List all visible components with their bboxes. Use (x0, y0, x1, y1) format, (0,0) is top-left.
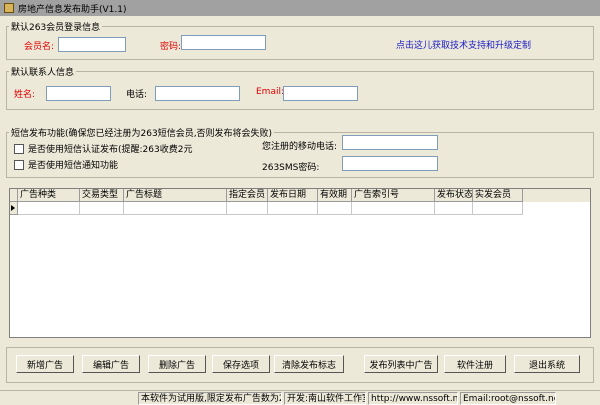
password-label: 密码: (160, 42, 182, 52)
phone-input[interactable] (155, 86, 240, 101)
delete-ad-button[interactable]: 删除广告 (148, 355, 206, 373)
trial-status: 本软件为试用版,限定发布广告数为2个 (138, 392, 282, 405)
status-bar: 本软件为试用版,限定发布广告数为2个 开发:南山软件工作室 http://www… (0, 390, 600, 405)
sms-auth-checkbox-label: 是否使用短信认证发布(提醒:263收费2元 (28, 145, 193, 155)
clear-flag-button[interactable]: 清除发布标志 (274, 355, 344, 373)
column-header[interactable]: 发布状态 (435, 189, 473, 202)
column-header[interactable]: 发布日期 (268, 189, 318, 202)
sms-auth-checkbox-box[interactable] (14, 143, 24, 154)
table-cell[interactable] (80, 202, 124, 215)
sms-password-label: 263SMS密码: (262, 163, 320, 173)
table-row[interactable] (10, 202, 590, 215)
title-bar[interactable]: 房地产信息发布助手(V1.1) (0, 0, 600, 16)
window-title: 房地产信息发布助手(V1.1) (18, 4, 127, 15)
password-input[interactable] (181, 35, 266, 50)
contact-name-input[interactable] (46, 86, 111, 101)
contact-group-legend: 默认联系人信息 (11, 68, 75, 78)
table-cell[interactable] (318, 202, 352, 215)
save-options-button[interactable]: 保存选项 (212, 355, 270, 373)
new-ad-button[interactable]: 新增广告 (16, 355, 74, 373)
main-window: 房地产信息发布助手(V1.1) 默认263会员登录信息 会员名: 密码: 点击这… (0, 0, 600, 405)
exit-button[interactable]: 退出系统 (514, 355, 580, 373)
column-header[interactable]: 实发会员 (473, 189, 523, 202)
email-status: Email:root@nssoft.net (460, 392, 556, 405)
column-header[interactable]: 交易类型 (80, 189, 124, 202)
contact-name-label: 姓名: (14, 90, 36, 100)
edit-ad-button[interactable]: 编辑广告 (82, 355, 140, 373)
table-cell[interactable] (435, 202, 473, 215)
column-header[interactable]: 广告标题 (124, 189, 227, 202)
website-status: http://www.nssoft.net (368, 392, 458, 405)
table-cell[interactable] (227, 202, 268, 215)
table-cell[interactable] (352, 202, 435, 215)
ad-table[interactable]: 广告种类 交易类型 广告标题 指定会员 发布日期 有效期 广告索引号 发布状态 … (9, 188, 591, 338)
sms-group-legend: 短信发布功能(确保您已经注册为263短信会员,否则发布将会失败) (11, 129, 273, 139)
sms-notify-checkbox[interactable]: 是否使用短信通知功能 (14, 158, 118, 171)
column-header[interactable]: 指定会员 (227, 189, 268, 202)
phone-label: 电话: (126, 90, 148, 100)
sms-auth-checkbox[interactable]: 是否使用短信认证发布(提醒:263收费2元 (14, 142, 192, 155)
developer-status: 开发:南山软件工作室 (284, 392, 366, 405)
publish-list-button[interactable]: 发布列表中广告 (364, 355, 438, 373)
mobile-input[interactable] (342, 135, 438, 150)
app-icon (4, 3, 14, 13)
table-cell[interactable] (473, 202, 523, 215)
row-selector[interactable] (10, 202, 18, 215)
row-pointer-icon (11, 205, 15, 211)
table-header: 广告种类 交易类型 广告标题 指定会员 发布日期 有效期 广告索引号 发布状态 … (10, 189, 590, 202)
sms-notify-checkbox-box[interactable] (14, 159, 24, 170)
table-cell[interactable] (268, 202, 318, 215)
member-name-label: 会员名: (24, 42, 55, 52)
login-group-legend: 默认263会员登录信息 (11, 23, 101, 33)
email-label: Email: (256, 87, 285, 97)
member-name-input[interactable] (58, 37, 126, 52)
table-corner (10, 189, 18, 202)
email-input[interactable] (283, 86, 358, 101)
column-header[interactable]: 有效期 (318, 189, 352, 202)
table-cell[interactable] (124, 202, 227, 215)
support-link[interactable]: 点击这儿获取技术支持和升级定制 (396, 38, 531, 51)
sms-password-input[interactable] (342, 156, 438, 171)
register-button[interactable]: 软件注册 (444, 355, 506, 373)
column-header[interactable]: 广告索引号 (352, 189, 435, 202)
column-header[interactable]: 广告种类 (18, 189, 80, 202)
sms-notify-checkbox-label: 是否使用短信通知功能 (28, 161, 119, 171)
mobile-label: 您注册的移动电话: (262, 142, 338, 152)
table-cell[interactable] (18, 202, 80, 215)
